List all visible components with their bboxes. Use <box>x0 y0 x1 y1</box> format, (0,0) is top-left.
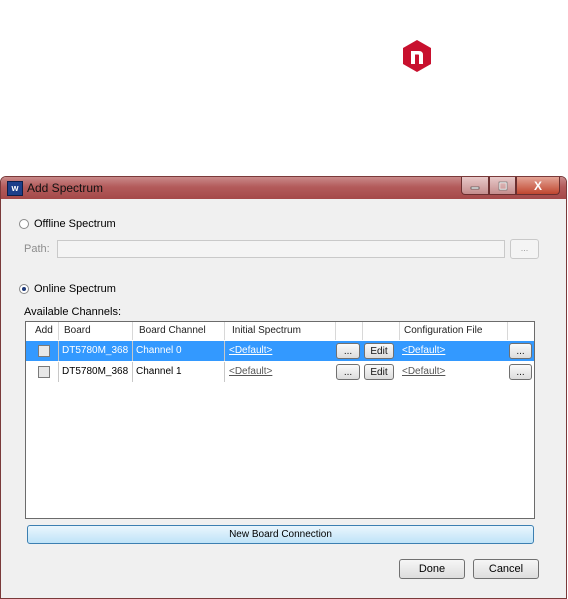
minimize-button[interactable] <box>461 177 489 195</box>
title-bar[interactable]: w Add Spectrum X <box>1 177 566 199</box>
channels-grid[interactable]: Add Board Board Channel Initial Spectrum… <box>25 321 535 519</box>
configuration-file-browse-button[interactable]: ... <box>509 364 532 380</box>
available-channels-label: Available Channels: <box>24 306 122 318</box>
dialog-content: Offline Spectrum Path: ... Online Spectr… <box>7 199 560 598</box>
board-channel-cell: Channel 0 <box>136 345 182 356</box>
new-board-connection-button[interactable]: New Board Connection <box>27 525 534 544</box>
window-title: Add Spectrum <box>27 181 104 195</box>
configuration-file-browse-button[interactable]: ... <box>509 343 532 359</box>
edit-button[interactable]: Edit <box>364 343 394 359</box>
cancel-button[interactable]: Cancel <box>473 559 539 579</box>
add-checkbox[interactable] <box>38 366 50 378</box>
initial-spectrum-link[interactable]: <Default> <box>229 362 272 382</box>
configuration-file-link[interactable]: <Default> <box>402 362 445 382</box>
column-header-initial-spectrum: Initial Spectrum <box>232 325 301 336</box>
table-row[interactable]: DT5780M_368 Channel 1 <Default> ... Edit… <box>26 362 534 382</box>
path-input[interactable] <box>57 240 505 258</box>
maximize-icon <box>498 181 507 190</box>
column-header-board: Board <box>64 325 91 336</box>
offline-spectrum-label: Offline Spectrum <box>34 218 116 230</box>
initial-spectrum-link[interactable]: <Default> <box>229 341 272 361</box>
board-cell: DT5780M_368 <box>62 345 129 356</box>
close-icon: X <box>533 178 542 193</box>
app-icon: w <box>7 181 23 196</box>
initial-spectrum-browse-button[interactable]: ... <box>336 364 360 380</box>
board-channel-cell: Channel 1 <box>136 366 182 377</box>
add-checkbox[interactable] <box>38 345 50 357</box>
column-header-configuration-file: Configuration File <box>404 325 483 336</box>
offline-spectrum-option[interactable]: Offline Spectrum <box>19 218 116 230</box>
board-cell: DT5780M_368 <box>62 366 129 377</box>
close-button[interactable]: X <box>516 177 560 195</box>
online-spectrum-radio[interactable] <box>19 284 29 294</box>
done-button[interactable]: Done <box>399 559 465 579</box>
caption-buttons: X <box>461 177 560 195</box>
path-browse-button[interactable]: ... <box>510 239 539 259</box>
brand-logo <box>403 40 431 72</box>
online-spectrum-option[interactable]: Online Spectrum <box>19 283 116 295</box>
table-row[interactable]: DT5780M_368 Channel 0 <Default> ... Edit… <box>26 341 534 361</box>
add-spectrum-dialog: w Add Spectrum X Offline Spectrum Path: … <box>0 176 567 599</box>
online-spectrum-label: Online Spectrum <box>34 283 116 295</box>
column-header-board-channel: Board Channel <box>139 325 206 336</box>
minimize-icon <box>470 186 480 189</box>
edit-button[interactable]: Edit <box>364 364 394 380</box>
path-label: Path: <box>24 243 50 255</box>
maximize-button[interactable] <box>489 177 516 195</box>
initial-spectrum-browse-button[interactable]: ... <box>336 343 360 359</box>
offline-spectrum-radio[interactable] <box>19 219 29 229</box>
column-header-add: Add <box>35 325 53 336</box>
configuration-file-link[interactable]: <Default> <box>402 341 445 361</box>
